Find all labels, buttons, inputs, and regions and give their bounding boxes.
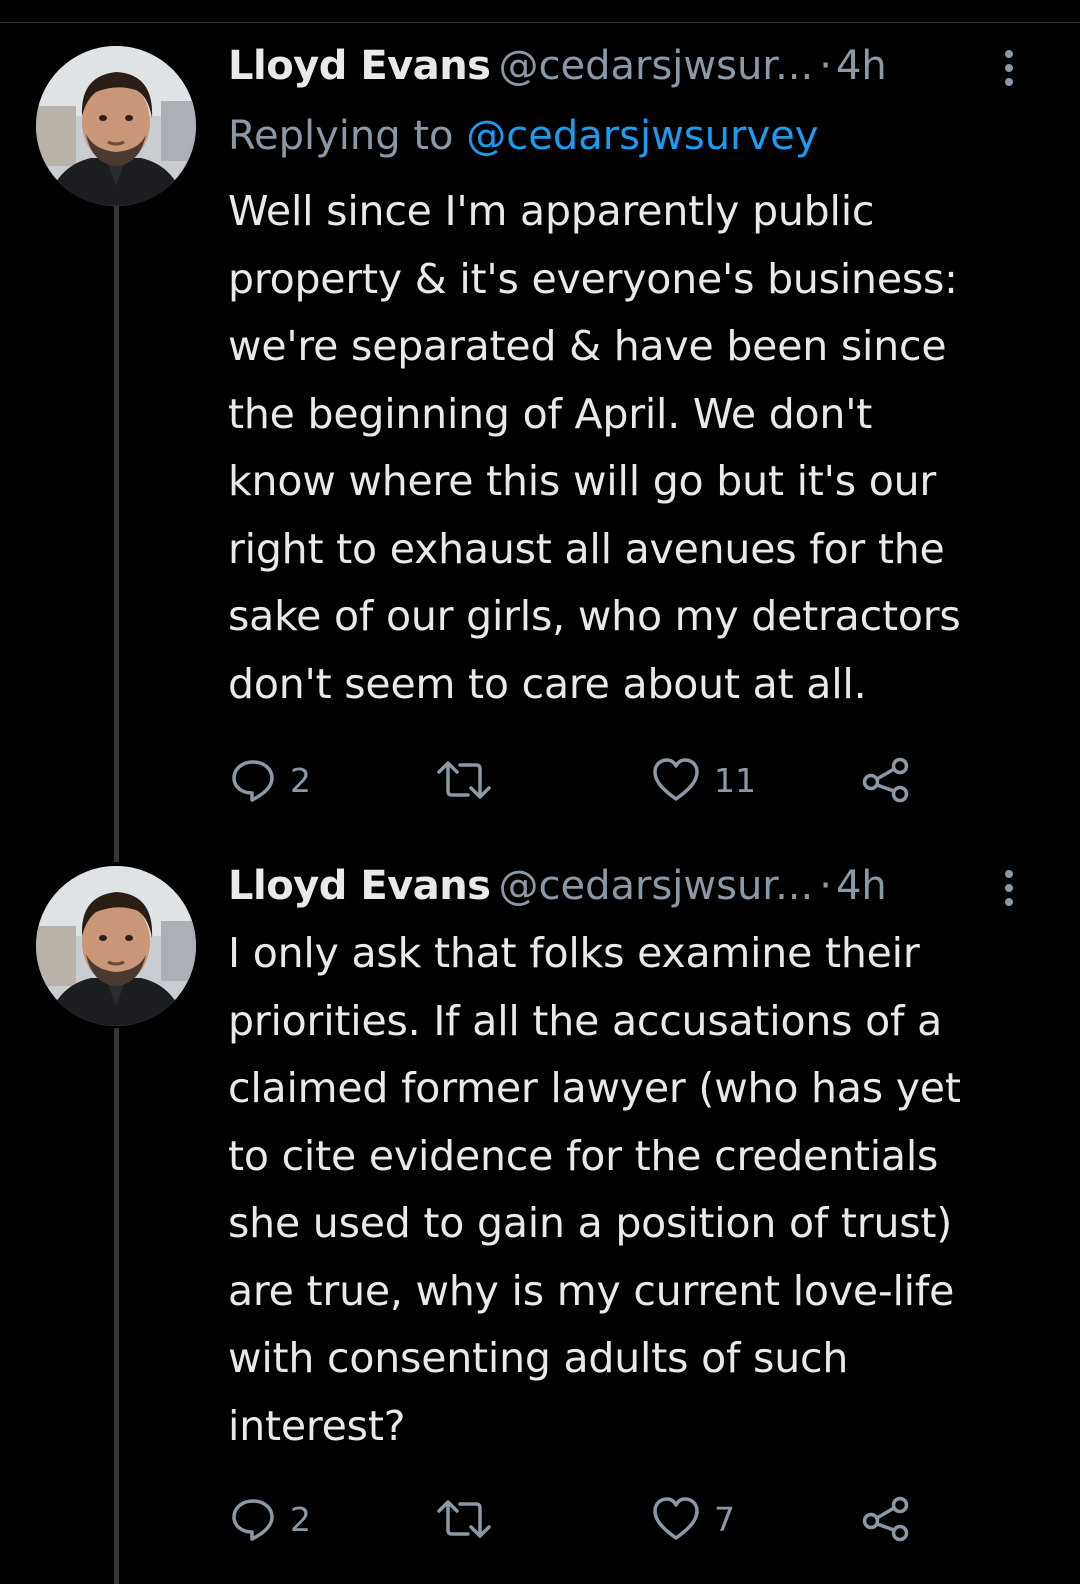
replying-to-prefix: Replying to bbox=[228, 113, 467, 159]
tweet[interactable]: Lloyd Evans @cedarsjwsur... · 4h I only ask… bbox=[0, 840, 1080, 1584]
separator-dot: · bbox=[819, 863, 832, 909]
tweet-text-line: Well since I'm apparently public bbox=[228, 187, 875, 235]
tweet-text: I only ask that folks examine their prio… bbox=[228, 920, 1048, 1460]
separator-dot: · bbox=[819, 43, 832, 89]
share-icon bbox=[862, 757, 910, 803]
reply-icon bbox=[230, 1496, 276, 1542]
tweet-text-line: interest? bbox=[228, 1401, 406, 1450]
reply-button[interactable]: 2 bbox=[230, 1494, 311, 1544]
like-count: 11 bbox=[714, 760, 756, 800]
tweet-actions: 2 7 bbox=[228, 1494, 988, 1544]
tweet-text-line: claimed former lawyer (who has yet bbox=[228, 1064, 961, 1112]
reply-icon bbox=[230, 757, 276, 803]
tweet-header: Lloyd Evans @cedarsjwsur... · 4h bbox=[228, 856, 1028, 916]
more-icon[interactable] bbox=[995, 46, 1023, 90]
retweet-button[interactable] bbox=[436, 755, 506, 805]
avatar[interactable] bbox=[36, 46, 196, 206]
tweet-text-line: to cite evidence for the credentials bbox=[228, 1131, 939, 1180]
reply-button[interactable]: 2 bbox=[230, 755, 311, 805]
avatar[interactable] bbox=[36, 866, 196, 1026]
tweet-text: Well since I'm apparently public propert… bbox=[228, 178, 1048, 718]
author-name[interactable]: Lloyd Evans bbox=[228, 43, 491, 89]
more-icon[interactable] bbox=[995, 866, 1023, 910]
tweet[interactable]: Lloyd Evans @cedarsjwsur... · 4h Replying t… bbox=[0, 0, 1080, 840]
share-icon bbox=[862, 1496, 910, 1542]
tweet-text-line: with consenting adults of such bbox=[228, 1334, 849, 1382]
reply-count: 2 bbox=[290, 1499, 311, 1539]
tweet-text-line: right to exhaust all avenues for the bbox=[228, 524, 945, 573]
tweet-text-line: I only ask that folks examine their bbox=[228, 929, 920, 977]
tweet-text-line: don't seem to care about at all. bbox=[228, 659, 867, 708]
share-button[interactable] bbox=[862, 755, 910, 805]
retweet-icon bbox=[436, 1496, 492, 1542]
tweet-text-line: she used to gain a position of trust) bbox=[228, 1199, 953, 1247]
tweet-text-line: property & it's everyone's business: bbox=[228, 254, 958, 303]
like-button[interactable]: 11 bbox=[652, 755, 756, 805]
replying-to-handle-link[interactable]: @cedarsjwsurvey bbox=[466, 113, 818, 159]
like-button[interactable]: 7 bbox=[652, 1494, 735, 1544]
tweet-text-line: we're separated & have been since bbox=[228, 322, 947, 370]
timestamp[interactable]: 4h bbox=[836, 43, 887, 89]
author-handle[interactable]: @cedarsjwsur... bbox=[499, 863, 814, 909]
tweet-actions: 2 11 bbox=[228, 755, 988, 805]
tweet-text-line: the beginning of April. We don't bbox=[228, 389, 873, 438]
retweet-icon bbox=[436, 757, 492, 803]
retweet-button[interactable] bbox=[436, 1494, 506, 1544]
tweet-text-line: sake of our girls, who my detractors bbox=[228, 592, 961, 640]
tweet-text-line: know where this will go but it's our bbox=[228, 457, 937, 505]
like-count: 7 bbox=[714, 1499, 735, 1539]
tweet-text-line: are true, why is my current love-life bbox=[228, 1266, 955, 1315]
like-icon bbox=[652, 1496, 700, 1542]
replying-to-line: Replying to @cedarsjwsurvey bbox=[228, 106, 818, 166]
tweet-header: Lloyd Evans @cedarsjwsur... · 4h bbox=[228, 36, 1028, 96]
author-name[interactable]: Lloyd Evans bbox=[228, 863, 491, 909]
tweet-text-line: priorities. If all the accusations of a bbox=[228, 996, 943, 1045]
like-icon bbox=[652, 757, 700, 803]
timestamp[interactable]: 4h bbox=[836, 863, 887, 909]
share-button[interactable] bbox=[862, 1494, 910, 1544]
author-handle[interactable]: @cedarsjwsur... bbox=[499, 43, 814, 89]
reply-count: 2 bbox=[290, 760, 311, 800]
